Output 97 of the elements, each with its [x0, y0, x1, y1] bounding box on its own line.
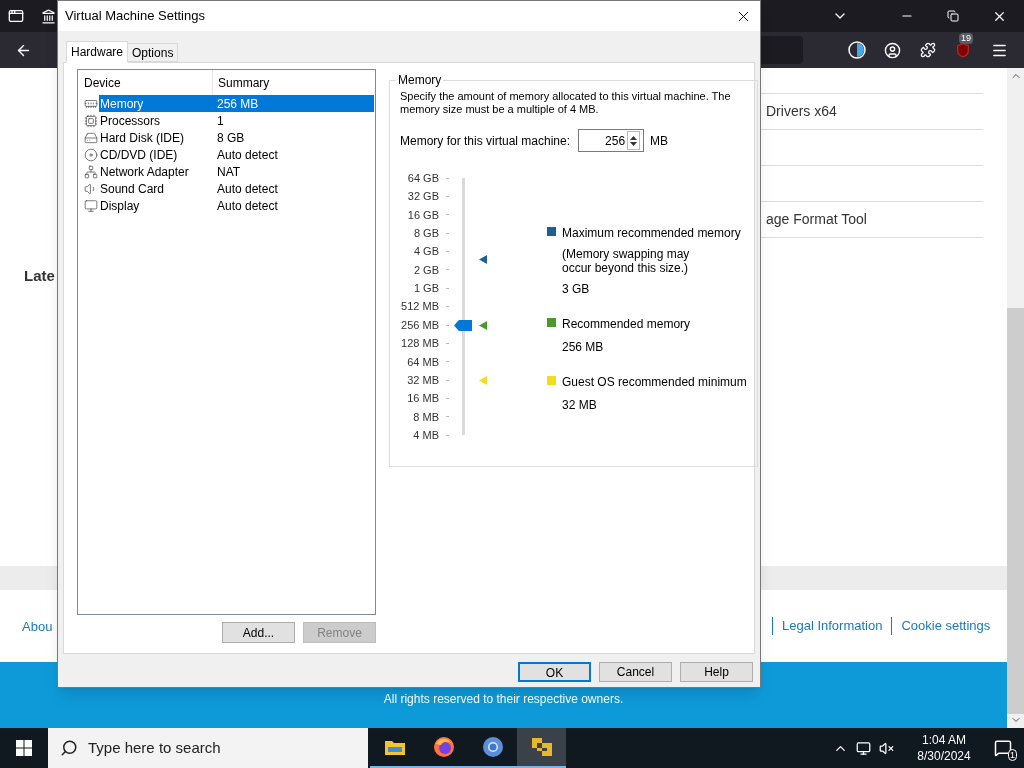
spin-up-icon[interactable]: [630, 135, 638, 140]
scale-label: 8 MB: [413, 409, 439, 425]
window-title: Virtual Machine Settings: [65, 7, 206, 26]
disc-icon: [84, 147, 98, 162]
device-row[interactable]: Display Auto detect: [99, 197, 374, 214]
footer-link[interactable]: Abou: [22, 619, 53, 634]
legend-value: 3 GB: [562, 281, 591, 298]
dialog-button[interactable]: OK: [518, 662, 591, 682]
search-icon: [60, 739, 78, 757]
address-bar[interactable]: [758, 36, 803, 64]
fox-globe-icon: [432, 736, 455, 758]
half-circle-icon[interactable]: [848, 41, 866, 59]
tick-mark: [446, 251, 449, 253]
tick-mark: [446, 416, 449, 418]
scale-label: 64 GB: [407, 170, 439, 186]
count-badge: 19: [959, 33, 973, 44]
scale-label: 8 GB: [413, 226, 439, 241]
search-input[interactable]: Type here to search: [88, 736, 348, 760]
dialog-button[interactable]: Cancel: [599, 662, 672, 682]
device-row[interactable]: Processors 1: [99, 112, 374, 129]
tick-mark: [446, 287, 449, 289]
unit-label: MB: [650, 132, 669, 150]
tick-mark: [446, 214, 449, 216]
scale-label: 256 MB: [401, 317, 439, 333]
device-row[interactable]: Sound Card Auto detect: [99, 180, 374, 197]
scale-label: 128 MB: [401, 336, 439, 352]
tick-mark: [446, 398, 449, 399]
memory-spinner[interactable]: 256: [578, 129, 645, 152]
tick-mark: [446, 379, 449, 381]
monitor-icon: [84, 198, 98, 213]
scale-label: 512 MB: [401, 299, 439, 315]
folder-icon: [383, 738, 406, 756]
clock[interactable]: 1:04 AM 8/30/2024: [906, 732, 982, 764]
extension-icon[interactable]: [920, 42, 936, 58]
scale-label: 2 GB: [413, 262, 439, 278]
field-label: Memory for this virtual machine:: [400, 132, 571, 150]
footer-link[interactable]: Cookie settings: [901, 616, 991, 636]
device-row[interactable]: Network Adapter NAT: [99, 163, 374, 180]
muted-speaker-icon[interactable]: [879, 740, 894, 756]
scale-label: 16 GB: [407, 207, 439, 223]
tab[interactable]: Hardware: [66, 41, 129, 63]
tab-list-icon[interactable]: [8, 8, 24, 24]
tick-mark: [446, 324, 449, 326]
scale-label: 1 GB: [413, 281, 439, 297]
footer-link[interactable]: Legal Information: [782, 616, 883, 636]
windows-icon[interactable]: [16, 740, 32, 756]
chip-icon: [84, 113, 98, 128]
download-link[interactable]: Drivers x64: [766, 101, 837, 122]
scale-label: 4 GB: [413, 244, 439, 260]
notification-icon[interactable]: [994, 739, 1012, 757]
tick-mark: [446, 361, 449, 363]
tick-mark: [446, 177, 449, 179]
account-icon[interactable]: [884, 41, 901, 59]
device-row[interactable]: Memory 256 MB: [99, 95, 374, 112]
device-row[interactable]: Hard Disk (IDE) 8 GB: [99, 129, 374, 146]
dialog-button[interactable]: Help: [680, 662, 753, 682]
legend-note: (Memory swapping may occur beyond this size.): [562, 247, 691, 275]
legend-label: Maximum recommended memory: [562, 225, 741, 242]
scale-label: 64 MB: [407, 354, 439, 370]
download-link[interactable]: age Format Tool: [766, 209, 867, 230]
scale-label: 4 MB: [413, 427, 439, 443]
group-title: Memory: [397, 72, 443, 89]
legend-label: Recommended memory: [562, 316, 691, 333]
scale-label: 32 MB: [407, 372, 439, 388]
memory-input[interactable]: 256: [579, 131, 628, 150]
memory-description: Specify the amount of memory allocated to this virtual machine. The memory size must be a multiple of 4 MB.: [400, 90, 732, 116]
legend-label: Guest OS recommended minimum: [562, 374, 747, 391]
tick-mark: [446, 269, 449, 271]
tab[interactable]: Options: [128, 43, 179, 62]
legend-value: 32 MB: [562, 397, 598, 414]
section-heading: Late: [24, 267, 55, 284]
tick-mark: [446, 342, 449, 344]
restore-icon[interactable]: [947, 10, 959, 22]
scale-label: 32 GB: [407, 189, 439, 205]
legend-value: 256 MB: [562, 339, 605, 356]
taskbar-app[interactable]: [517, 728, 566, 768]
search-box[interactable]: Type here to search: [48, 728, 368, 768]
bank-icon[interactable]: [41, 8, 56, 24]
network-icon: [84, 164, 98, 179]
scrollbar[interactable]: [1007, 68, 1024, 728]
spin-down-icon[interactable]: [630, 141, 638, 146]
drive-icon: [84, 130, 98, 145]
slider-thumb[interactable]: [454, 319, 472, 331]
device-row[interactable]: CD/DVD (IDE) Auto detect: [99, 146, 374, 163]
tick-mark: [446, 306, 449, 308]
tick-mark: [446, 196, 449, 198]
network-icon[interactable]: [856, 740, 871, 756]
browser-circle-icon: [481, 736, 504, 758]
column-header[interactable]: Summary: [213, 73, 270, 92]
notification-count: 1: [1008, 749, 1017, 761]
scroll-thumb[interactable]: [1007, 308, 1024, 714]
list-button[interactable]: Add...: [222, 622, 295, 643]
copyright-text: All rights reserved to their respective owners.: [383, 691, 624, 708]
tick-mark: [446, 434, 449, 436]
tick-mark: [446, 232, 449, 234]
boxes-icon: [529, 736, 554, 758]
scale-label: 16 MB: [407, 391, 439, 407]
